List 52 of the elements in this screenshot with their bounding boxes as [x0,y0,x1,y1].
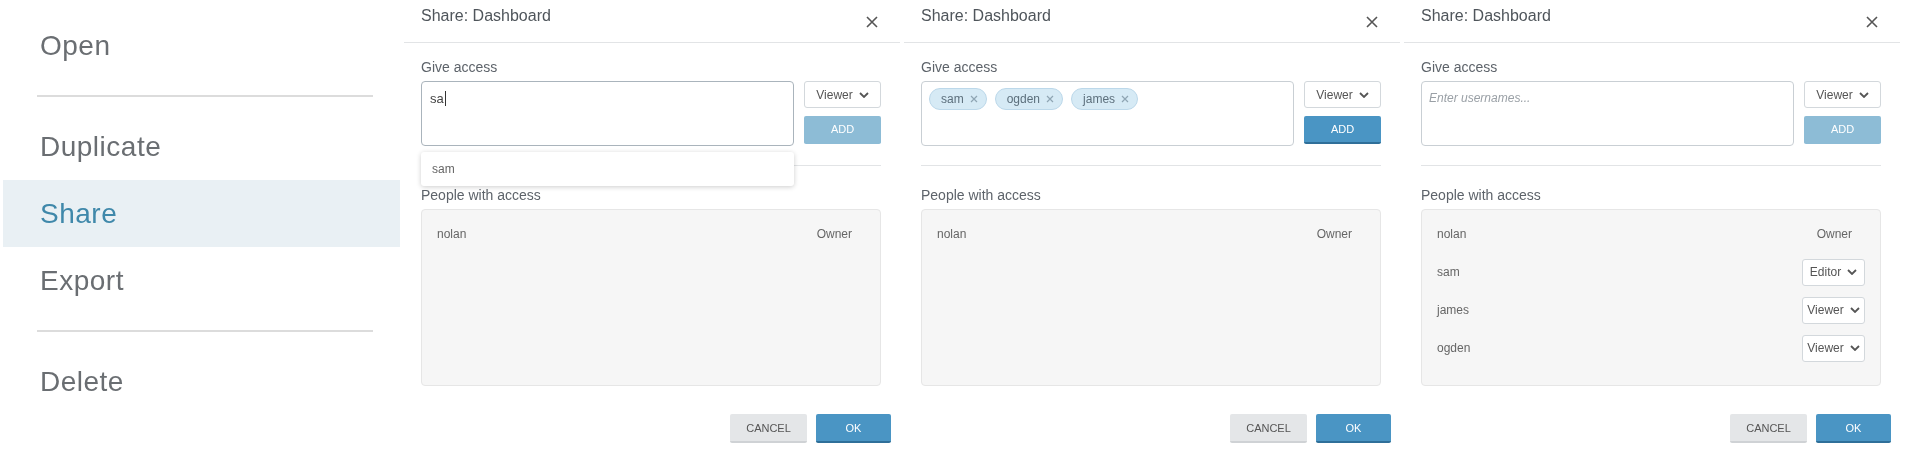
menu-item[interactable]: Share [3,180,400,247]
menu-item[interactable]: Delete [3,348,400,415]
chevron-icon [1858,91,1869,98]
role-label: Owner [1316,227,1352,241]
dialog-title: Share: Dashboard [421,7,551,25]
close-icon[interactable] [1366,16,1378,28]
menu-item[interactable]: Export [3,247,400,314]
ok-button[interactable]: OK [816,414,891,443]
input-field[interactable]: Enter usernames... [1421,81,1794,146]
chip-label: sam [941,92,964,106]
user-name: nolan [1437,227,1467,241]
text-caret [444,91,446,106]
role-label: Owner [1816,227,1852,241]
close-icon[interactable] [1866,16,1878,28]
user-name: james [1437,303,1469,317]
dialog-title: Share: Dashboard [921,7,1051,25]
section-label: People with access [921,187,1042,203]
menu-item[interactable]: Open [3,12,400,79]
chip-label: ogden [1006,92,1041,106]
cancel-button[interactable]: CANCEL [730,414,807,443]
chevron-icon [1849,345,1860,351]
menu-item[interactable]: Duplicate [3,113,400,180]
dialog-title: Share: Dashboard [1421,7,1551,25]
chevron-icon [1849,307,1860,313]
chevron-icon [858,91,869,98]
chevron-icon [1358,91,1369,98]
section-label: People with access [421,187,542,203]
section-label: Give access [1421,59,1499,75]
user-name: sam [1437,265,1460,279]
section-label: Give access [921,59,999,75]
cancel-button[interactable]: CANCEL [1230,414,1307,443]
suggestion-item[interactable]: sam [421,152,794,186]
section-label: Give access [421,59,499,75]
ok-button[interactable]: OK [1816,414,1891,443]
chip-label: james [1083,92,1116,106]
user-name: ogden [1437,341,1471,355]
ok-button[interactable]: OK [1316,414,1391,443]
input-field[interactable]: sa [421,81,794,146]
role-dropdown[interactable]: Viewer [1802,296,1865,324]
user-name: nolan [437,227,467,241]
close-icon[interactable] [866,16,878,28]
role-dropdown[interactable]: Viewer [1802,334,1865,362]
cancel-button[interactable]: CANCEL [1730,414,1807,443]
role-dropdown[interactable]: Viewer [804,81,881,108]
role-dropdown[interactable]: Viewer [1804,81,1881,108]
role-dropdown[interactable]: Viewer [1304,81,1381,108]
add-button[interactable]: ADD [1304,116,1381,144]
chevron-icon [1847,269,1858,275]
user-name: nolan [937,227,967,241]
role-dropdown[interactable]: Editor [1802,258,1865,286]
section-label: People with access [1421,187,1542,203]
role-label: Owner [816,227,852,241]
